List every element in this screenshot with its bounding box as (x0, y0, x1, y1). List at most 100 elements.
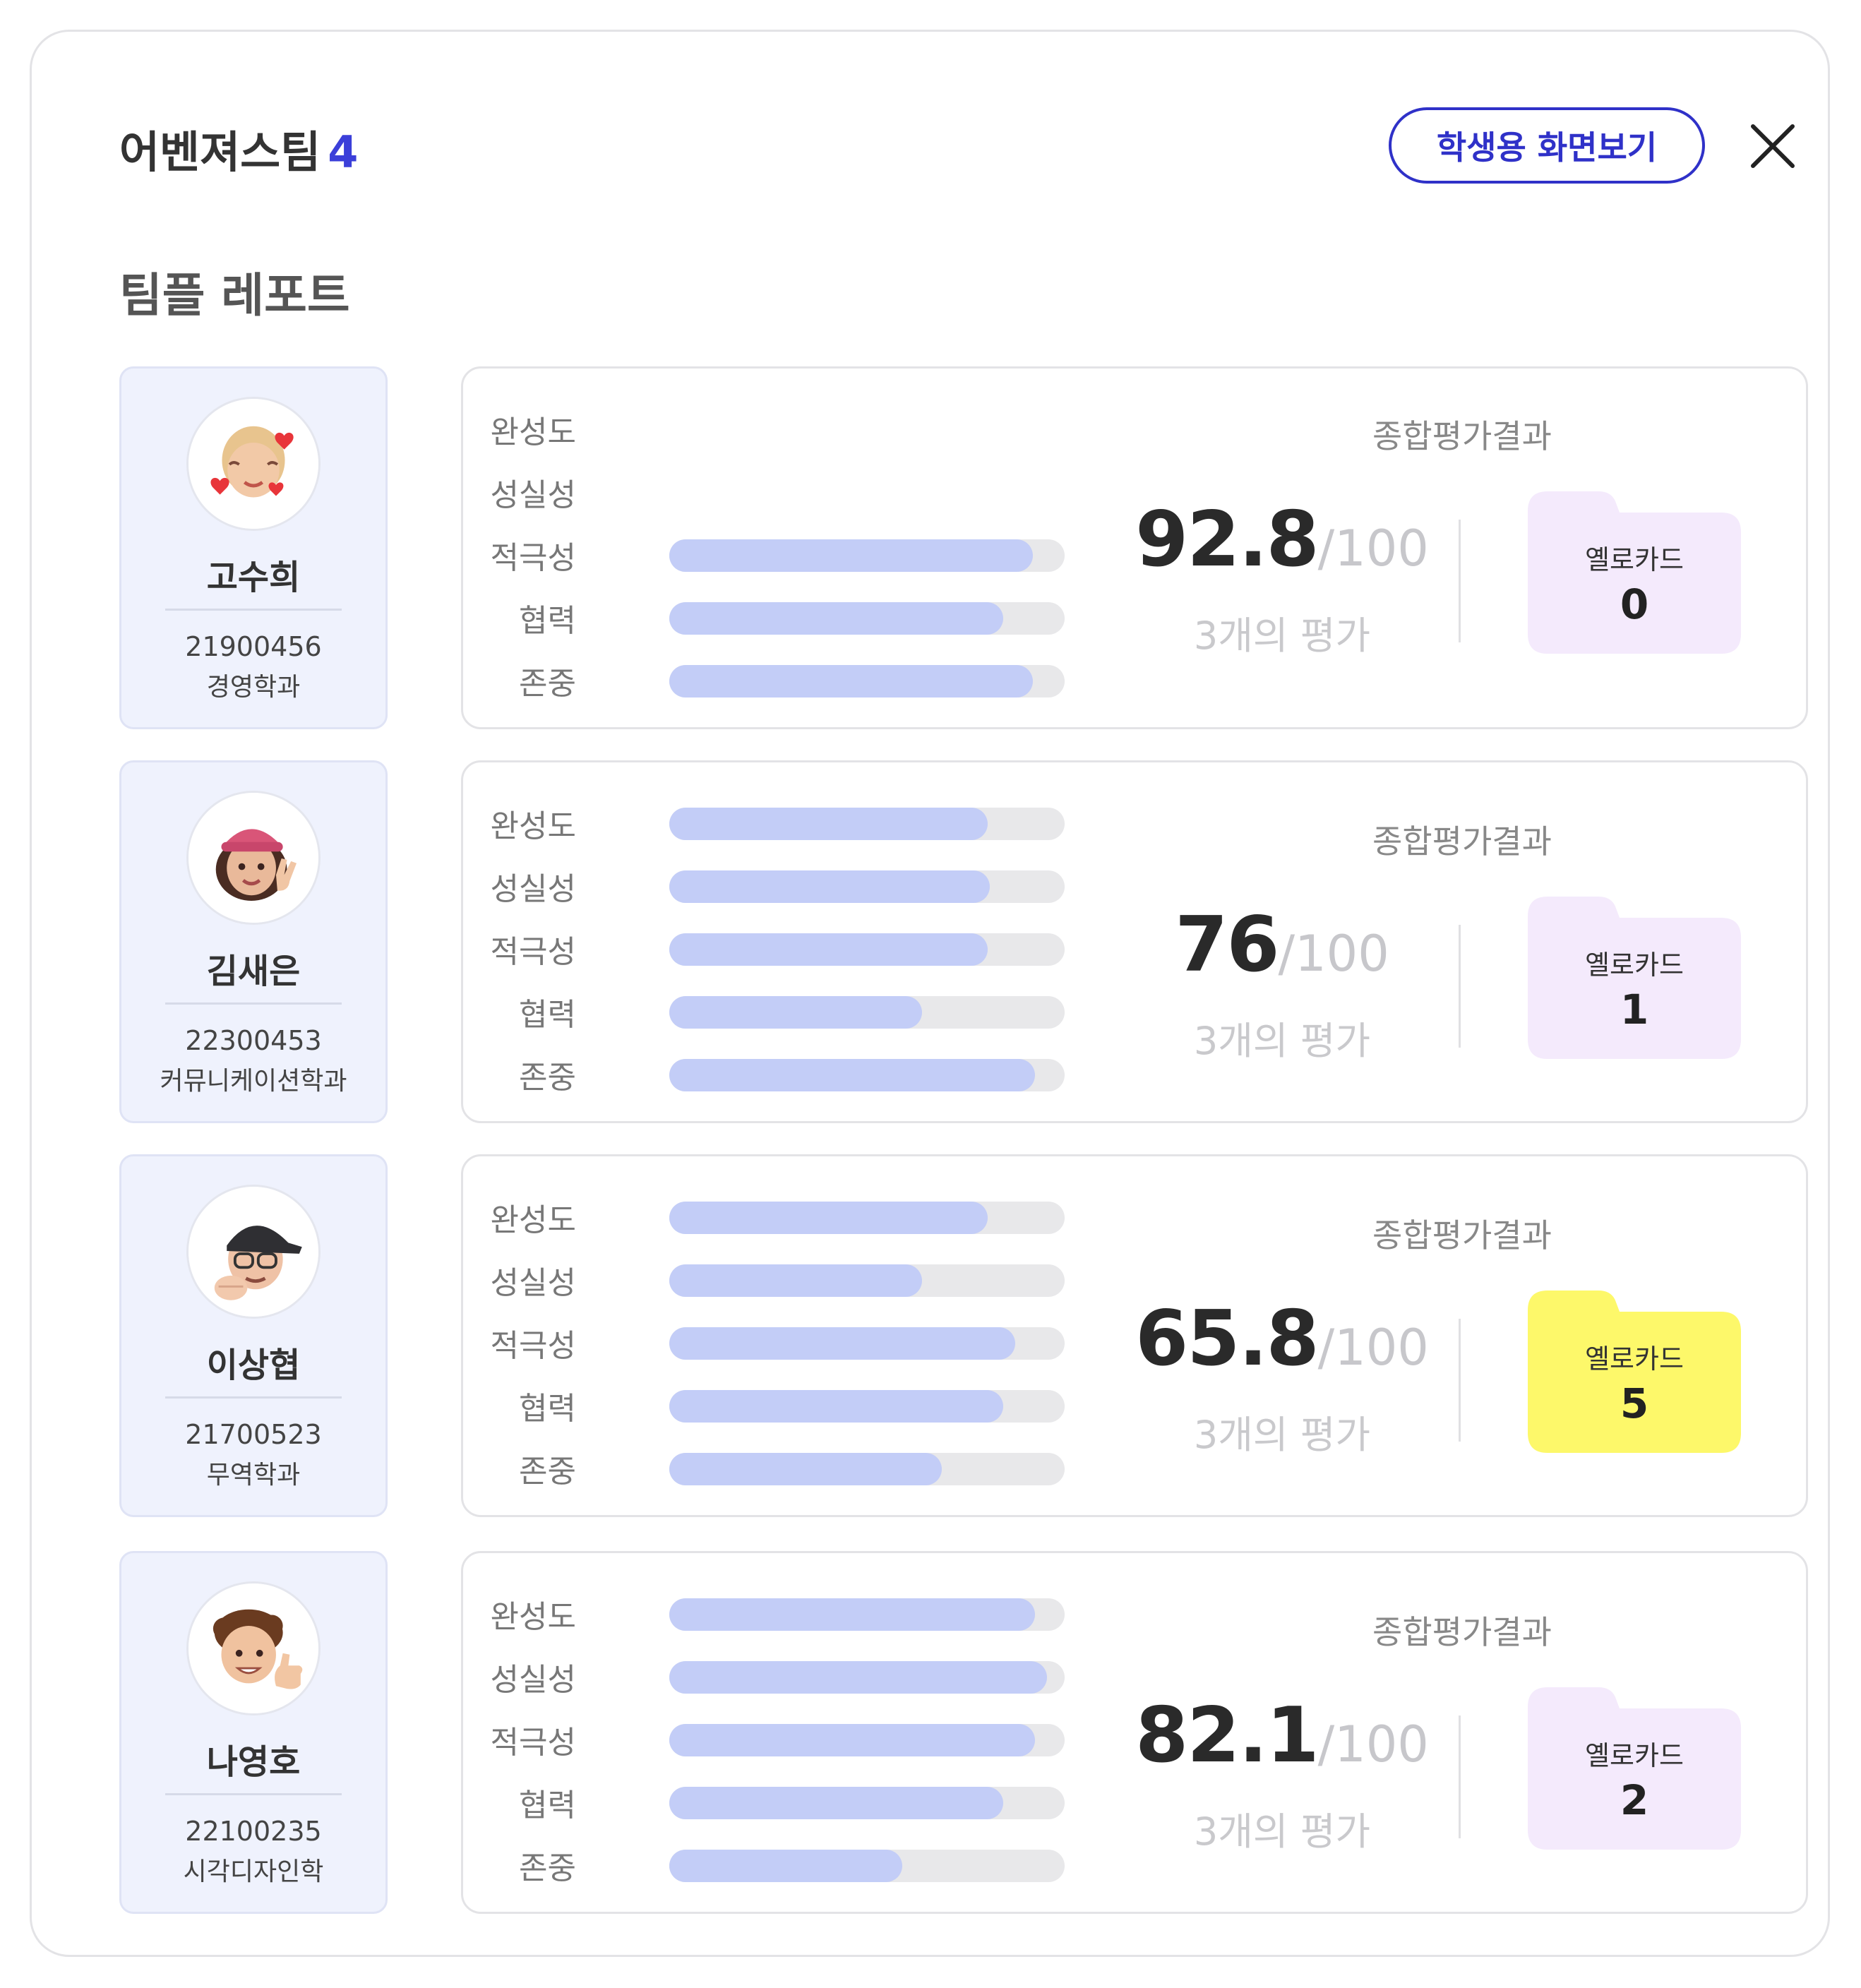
total-score: 76/100 (1084, 901, 1480, 989)
student-view-button[interactable]: 학생용 화면보기 (1389, 107, 1705, 184)
member-name: 김새은 (206, 952, 301, 991)
evaluation-count: 3개의 평가 (1193, 1019, 1371, 1063)
close-icon[interactable] (1747, 121, 1798, 172)
metric-label: 적극성 (490, 934, 576, 970)
metric-bar-fill (669, 602, 1004, 635)
metric-label: 적극성 (490, 1725, 576, 1761)
team-report-modal: 어벤져스팀 4 학생용 화면보기 팀플 레포트 고수희 21900456 경영학과 완성… (30, 30, 1830, 1957)
score-value: 92.8 (1135, 496, 1319, 584)
yellow-card-count: 5 (1620, 1379, 1649, 1427)
evaluation-count: 3개의 평가 (1193, 1413, 1371, 1457)
memoji-peace-sign-avatar (186, 791, 321, 925)
yellow-card-badge: 옐로카드 0 (1528, 491, 1741, 654)
student-id: 22100235 (185, 1816, 322, 1847)
department: 경영학과 (206, 673, 301, 702)
summary-label: 종합평가결과 (1372, 822, 1552, 861)
metric-label: 존중 (519, 1060, 576, 1096)
score-max: /100 (1317, 1319, 1429, 1377)
member-card: 이상협 21700523 무역학과 (119, 1154, 388, 1517)
score-max: /100 (1317, 1715, 1429, 1773)
metric-bar-fill (669, 870, 990, 903)
metric-bar (669, 1059, 1065, 1091)
metric-bar-fill (669, 1661, 1047, 1694)
score-max: /100 (1278, 925, 1389, 983)
student-id: 21700523 (185, 1419, 322, 1450)
member-divider (165, 1396, 342, 1399)
metric-label: 성실성 (490, 871, 576, 907)
member-divider (165, 1793, 342, 1795)
student-id: 22300453 (185, 1025, 322, 1056)
team-title: 어벤져스팀 4 (119, 116, 358, 180)
summary-label: 종합평가결과 (1372, 1216, 1552, 1255)
metric-label: 협력 (519, 603, 576, 639)
metric-label: 성실성 (490, 1662, 576, 1698)
yellow-card-label: 옐로카드 (1585, 1740, 1684, 1771)
metric-bar (669, 996, 1065, 1029)
metric-bar-fill (669, 1202, 988, 1234)
department: 시각디자인학 (183, 1857, 324, 1886)
metric-bar-fill (669, 1724, 1035, 1756)
summary-label: 종합평가결과 (1372, 417, 1552, 455)
metric-bar (669, 1661, 1065, 1694)
yellow-card-count: 0 (1620, 580, 1649, 628)
metric-bar-fill (669, 1059, 1035, 1091)
metric-label: 존중 (519, 1454, 576, 1490)
metric-bar (669, 808, 1065, 840)
metric-list: 완성도 성실성 적극성 협력 존중 (463, 762, 1099, 1121)
metric-bar (669, 870, 1065, 903)
member-card: 고수희 21900456 경영학과 (119, 366, 388, 729)
metric-bar (669, 665, 1065, 697)
metric-bar-fill (669, 1390, 1004, 1423)
metric-bar (669, 1850, 1065, 1882)
yellow-card-count: 2 (1620, 1776, 1649, 1824)
evaluation-count: 3개의 평가 (1193, 1809, 1371, 1854)
member-name: 고수희 (206, 558, 301, 597)
metric-label: 완성도 (490, 808, 576, 844)
team-name: 어벤져스팀 (119, 126, 321, 178)
metric-bar (669, 602, 1065, 635)
yellow-card-badge: 옐로카드 1 (1528, 897, 1741, 1059)
member-name: 이상협 (206, 1346, 301, 1385)
metric-bar-fill (669, 808, 988, 840)
score-card: 완성도 성실성 적극성 협력 존중 종합평가결과 92.8/100 3개의 평가 옐로카드 0 (461, 366, 1808, 729)
team-member-count: 4 (328, 126, 359, 178)
memoji-cap-glasses-avatar (186, 1185, 321, 1319)
metric-label: 적극성 (490, 540, 576, 576)
evaluation-count: 3개의 평가 (1193, 613, 1371, 658)
metric-bar (669, 1202, 1065, 1234)
metric-bar (669, 539, 1065, 572)
yellow-card-badge: 옐로카드 2 (1528, 1687, 1741, 1850)
member-divider (165, 609, 342, 611)
score-value: 82.1 (1135, 1691, 1319, 1780)
divider (1459, 1715, 1461, 1838)
metric-bar-fill (669, 539, 1034, 572)
metric-bar (669, 1724, 1065, 1756)
metric-bar-fill (669, 1327, 1015, 1360)
total-score: 82.1/100 (1084, 1691, 1480, 1780)
score-card: 완성도 성실성 적극성 협력 존중 종합평가결과 76/100 3개의 평가 옐로카드 1 (461, 760, 1808, 1123)
metric-bar-fill (669, 665, 1034, 697)
metric-label: 완성도 (490, 1599, 576, 1635)
metric-label: 완성도 (490, 414, 576, 450)
metric-bar (669, 1453, 1065, 1485)
metric-bar-fill (669, 933, 988, 966)
divider (1459, 925, 1461, 1048)
metric-bar-fill (669, 1453, 943, 1485)
department: 무역학과 (206, 1461, 301, 1490)
total-score: 92.8/100 (1084, 496, 1480, 584)
metric-bar (669, 933, 1065, 966)
yellow-card-label: 옐로카드 (1585, 1343, 1684, 1375)
metric-bar (669, 1327, 1065, 1360)
member-divider (165, 1002, 342, 1005)
report-title: 팀플 레포트 (119, 268, 350, 323)
metric-bar-fill (669, 996, 923, 1029)
metric-label: 성실성 (490, 1265, 576, 1301)
member-card: 김새은 22300453 커뮤니케이션학과 (119, 760, 388, 1123)
metric-list: 완성도 성실성 적극성 협력 존중 (463, 1156, 1099, 1515)
metric-list: 완성도 성실성 적극성 협력 존중 (463, 369, 1099, 727)
metric-label: 협력 (519, 1788, 576, 1824)
metric-label: 적극성 (490, 1328, 576, 1364)
summary-label: 종합평가결과 (1372, 1613, 1552, 1651)
score-card: 완성도 성실성 적극성 협력 존중 종합평가결과 65.8/100 3개의 평가 옐로카드 5 (461, 1154, 1808, 1517)
metric-label: 협력 (519, 1391, 576, 1427)
